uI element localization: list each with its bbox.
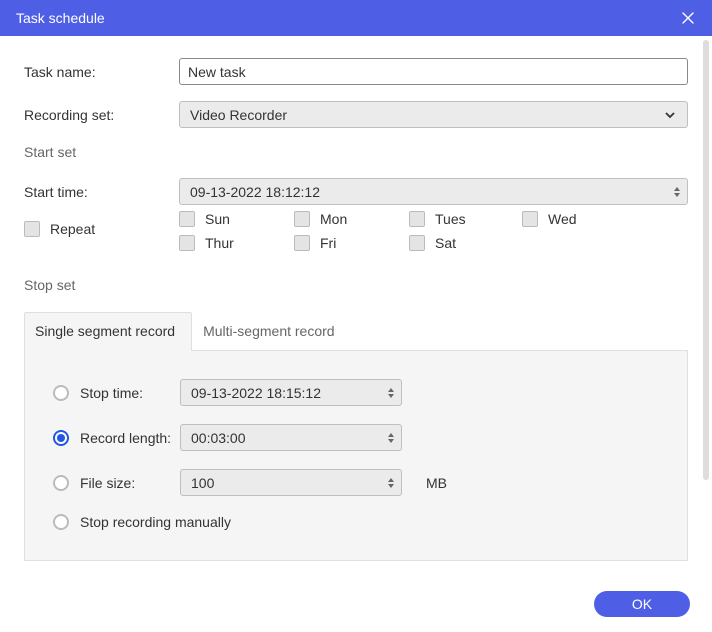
stop-set-heading: Stop set xyxy=(24,277,688,293)
day-thur-label: Thur xyxy=(205,235,234,251)
close-icon[interactable] xyxy=(676,6,700,30)
content-area: Task name: Recording set: Video Recorder… xyxy=(0,36,712,576)
days-grid: Sun Mon Tues Wed Thur Fri Sat xyxy=(179,211,688,251)
stop-set-tabs: Single segment record Multi-segment reco… xyxy=(24,311,688,351)
chevron-down-icon xyxy=(663,108,677,122)
stop-time-radio[interactable] xyxy=(53,385,69,401)
day-mon-checkbox[interactable] xyxy=(294,211,310,227)
repeat-checkbox[interactable] xyxy=(24,221,40,237)
tab-single-segment[interactable]: Single segment record xyxy=(24,312,192,351)
tab-multi-segment[interactable]: Multi-segment record xyxy=(192,312,352,351)
day-mon-label: Mon xyxy=(320,211,347,227)
day-fri-checkbox[interactable] xyxy=(294,235,310,251)
spinner-arrows-icon xyxy=(387,387,395,399)
task-name-input[interactable] xyxy=(179,58,688,85)
file-size-radio[interactable] xyxy=(53,475,69,491)
file-size-unit: MB xyxy=(426,475,447,491)
start-time-label: Start time: xyxy=(24,184,179,200)
recording-set-value: Video Recorder xyxy=(190,107,287,123)
day-wed-checkbox[interactable] xyxy=(522,211,538,227)
start-time-spinner[interactable]: 09-13-2022 18:12:12 xyxy=(179,178,688,205)
day-fri-label: Fri xyxy=(320,235,336,251)
stop-time-label: Stop time: xyxy=(80,385,180,401)
spinner-arrows-icon xyxy=(387,477,395,489)
file-size-label: File size: xyxy=(80,475,180,491)
manual-stop-radio[interactable] xyxy=(53,514,69,530)
record-length-radio[interactable] xyxy=(53,430,69,446)
day-tues-label: Tues xyxy=(435,211,466,227)
spinner-arrows-icon xyxy=(387,432,395,444)
footer: OK xyxy=(0,576,712,632)
day-sun-checkbox[interactable] xyxy=(179,211,195,227)
record-length-value: 00:03:00 xyxy=(191,430,246,446)
recording-set-select[interactable]: Video Recorder xyxy=(179,101,688,128)
task-name-label: Task name: xyxy=(24,64,179,80)
repeat-label: Repeat xyxy=(50,221,95,237)
spinner-arrows-icon xyxy=(673,186,681,198)
single-segment-panel: Stop time: 09-13-2022 18:15:12 Record le… xyxy=(24,351,688,561)
day-thur-checkbox[interactable] xyxy=(179,235,195,251)
record-length-spinner[interactable]: 00:03:00 xyxy=(180,424,402,451)
window-title: Task schedule xyxy=(16,10,105,26)
day-sat-label: Sat xyxy=(435,235,456,251)
stop-time-spinner[interactable]: 09-13-2022 18:15:12 xyxy=(180,379,402,406)
stop-time-value: 09-13-2022 18:15:12 xyxy=(191,385,321,401)
manual-stop-label: Stop recording manually xyxy=(80,514,231,530)
day-sat-checkbox[interactable] xyxy=(409,235,425,251)
title-bar: Task schedule xyxy=(0,0,712,36)
file-size-value: 100 xyxy=(191,475,214,491)
record-length-label: Record length: xyxy=(80,430,180,446)
start-set-heading: Start set xyxy=(24,144,688,160)
day-sun-label: Sun xyxy=(205,211,230,227)
ok-button[interactable]: OK xyxy=(594,591,690,617)
day-wed-label: Wed xyxy=(548,211,577,227)
file-size-spinner[interactable]: 100 xyxy=(180,469,402,496)
recording-set-label: Recording set: xyxy=(24,107,179,123)
day-tues-checkbox[interactable] xyxy=(409,211,425,227)
start-time-value: 09-13-2022 18:12:12 xyxy=(190,184,320,200)
scrollbar-thumb[interactable] xyxy=(703,40,709,480)
